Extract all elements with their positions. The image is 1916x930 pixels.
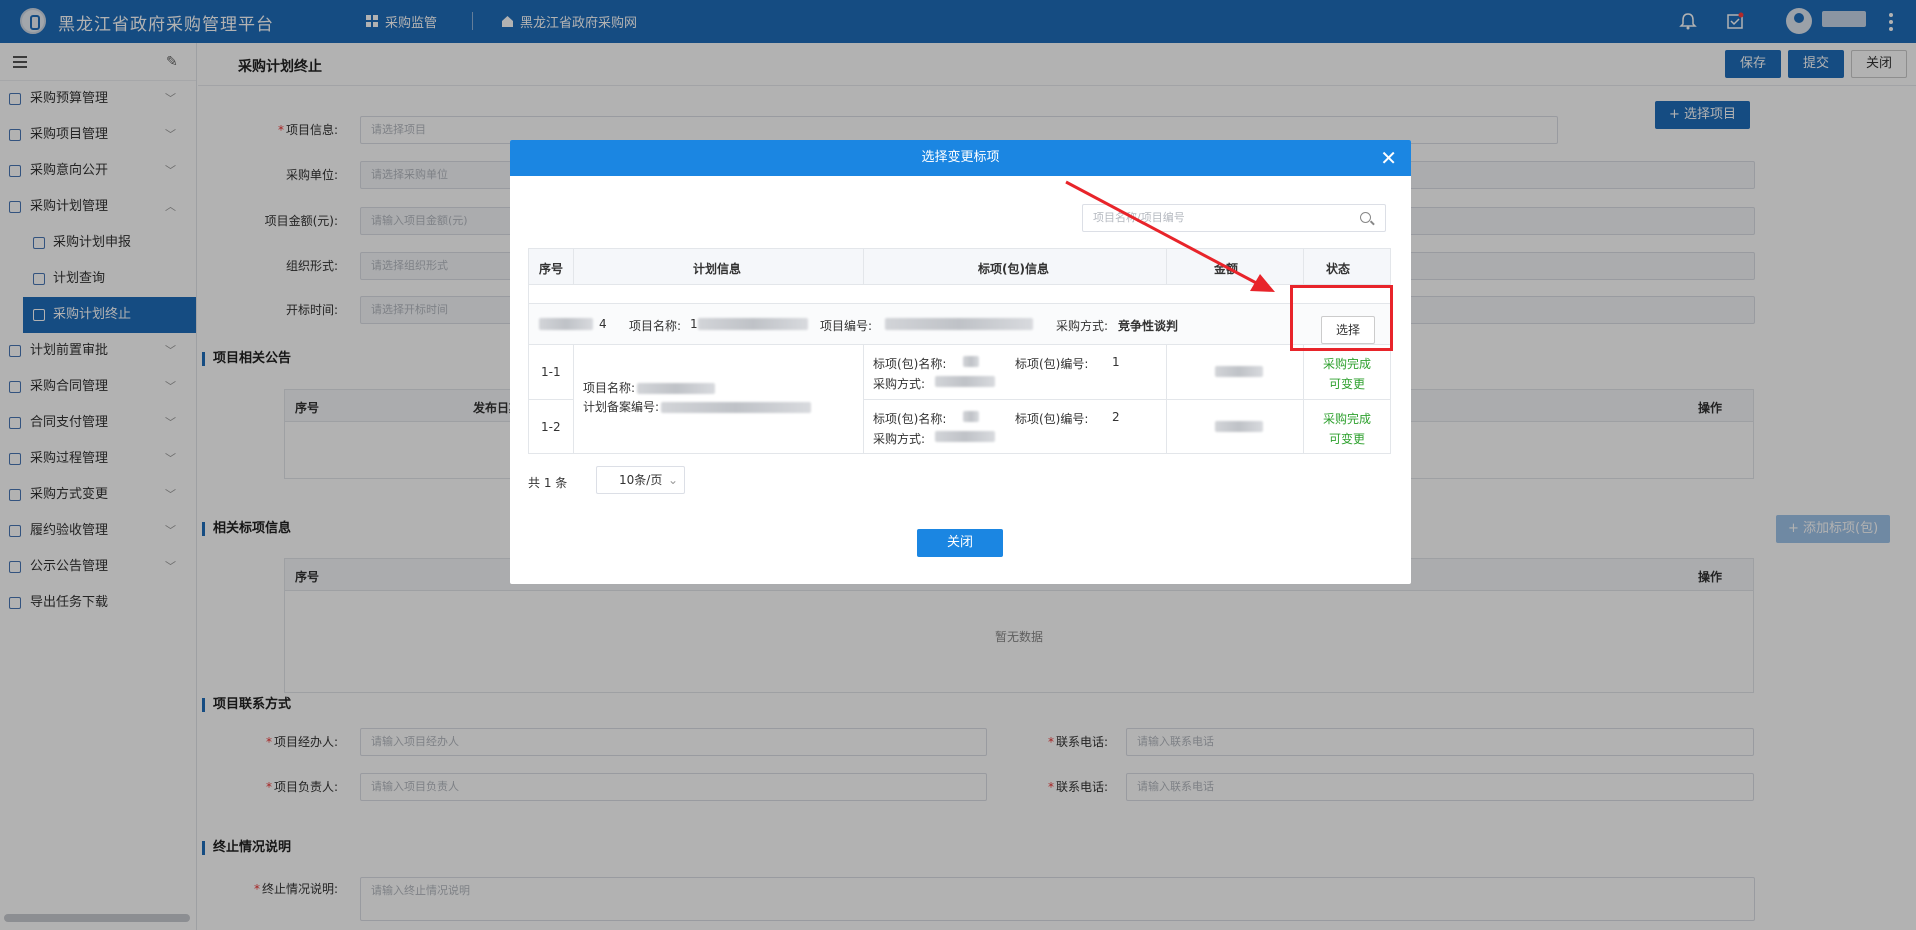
status-complete: 采购完成 — [1323, 412, 1372, 426]
lot-method-label: 采购方式: — [873, 377, 926, 391]
lot-no-value: 2 — [1112, 410, 1120, 424]
plan-name-label: 项目名称: — [583, 381, 636, 395]
lot-no-label: 标项(包)编号: — [1015, 412, 1089, 426]
row-no: 1-2 — [541, 420, 561, 434]
modal-header: 选择变更标项 ✕ — [510, 140, 1411, 176]
col-plan: 计划信息 — [693, 262, 742, 276]
search-placeholder: 项目名称/项目编号 — [1093, 211, 1185, 224]
blurred-lot-name — [963, 356, 979, 367]
search-icon[interactable] — [1360, 212, 1371, 223]
close-icon[interactable]: ✕ — [1380, 140, 1397, 176]
blurred-record-no — [661, 402, 812, 413]
col-amount: 金额 — [1214, 262, 1239, 276]
page-size-value: 10条/页 — [619, 473, 663, 487]
blurred-amount — [1215, 421, 1263, 432]
lot-select-table-header: 序号 计划信息 标项(包)信息 金额 状态 — [529, 249, 1390, 285]
status-changeable: 可变更 — [1329, 377, 1366, 391]
lot-rows: 项目名称: 计划备案编号: 1-1 标项(包)名称: 标项(包)编号: 1 采购… — [529, 345, 1390, 453]
blurred-plan-name — [637, 383, 716, 394]
annotation-highlight-box — [1290, 285, 1393, 351]
modal-close-button[interactable]: 关闭 — [917, 529, 1003, 557]
modal-search-input[interactable]: 项目名称/项目编号 — [1082, 204, 1386, 232]
status-changeable: 可变更 — [1329, 432, 1366, 446]
lot-name-label: 标项(包)名称: — [873, 357, 947, 371]
project-name-head: 1 — [690, 317, 698, 331]
project-name-label: 项目名称: — [629, 319, 682, 333]
group-seq-tail: 4 — [599, 317, 607, 331]
blurred-lot-method — [935, 431, 995, 442]
lot-no-label: 标项(包)编号: — [1015, 357, 1089, 371]
pagination: 共 1 条 10条/页 ⌄ — [528, 466, 685, 494]
chevron-down-icon: ⌄ — [667, 473, 678, 487]
col-no: 序号 — [539, 262, 564, 276]
blurred-project-name — [698, 318, 808, 330]
blurred-seq — [539, 318, 593, 330]
col-lot: 标项(包)信息 — [978, 262, 1049, 276]
select-lot-modal: 选择变更标项 ✕ 项目名称/项目编号 序号 计划信息 标项(包)信息 金额 状态… — [510, 140, 1411, 584]
lot-select-table: 序号 计划信息 标项(包)信息 金额 状态 4 项目名称: 1 项目编号: 采购… — [528, 248, 1391, 454]
blurred-amount — [1215, 366, 1263, 377]
status-complete: 采购完成 — [1323, 357, 1372, 371]
lot-no-value: 1 — [1112, 355, 1120, 369]
lot-method-label: 采购方式: — [873, 432, 926, 446]
total-count: 共 1 条 — [528, 476, 568, 490]
plan-info-cell: 项目名称: 计划备案编号: — [583, 379, 812, 415]
modal-title: 选择变更标项 — [921, 150, 1000, 165]
page-size-select[interactable]: 10条/页 ⌄ — [596, 466, 685, 494]
blurred-lot-method — [935, 376, 995, 387]
project-code-label: 项目编号: — [820, 319, 873, 333]
blurred-lot-name — [963, 411, 979, 422]
plan-record-label: 计划备案编号: — [583, 400, 660, 414]
row-no: 1-1 — [541, 365, 561, 379]
method-value: 竞争性谈判 — [1118, 319, 1179, 333]
method-label: 采购方式: — [1056, 319, 1109, 333]
lot-name-label: 标项(包)名称: — [873, 412, 947, 426]
blurred-project-code — [885, 318, 1033, 330]
project-group-row: 4 项目名称: 1 项目编号: 采购方式: 竞争性谈判 选择 — [529, 303, 1390, 345]
col-status: 状态 — [1326, 262, 1351, 276]
